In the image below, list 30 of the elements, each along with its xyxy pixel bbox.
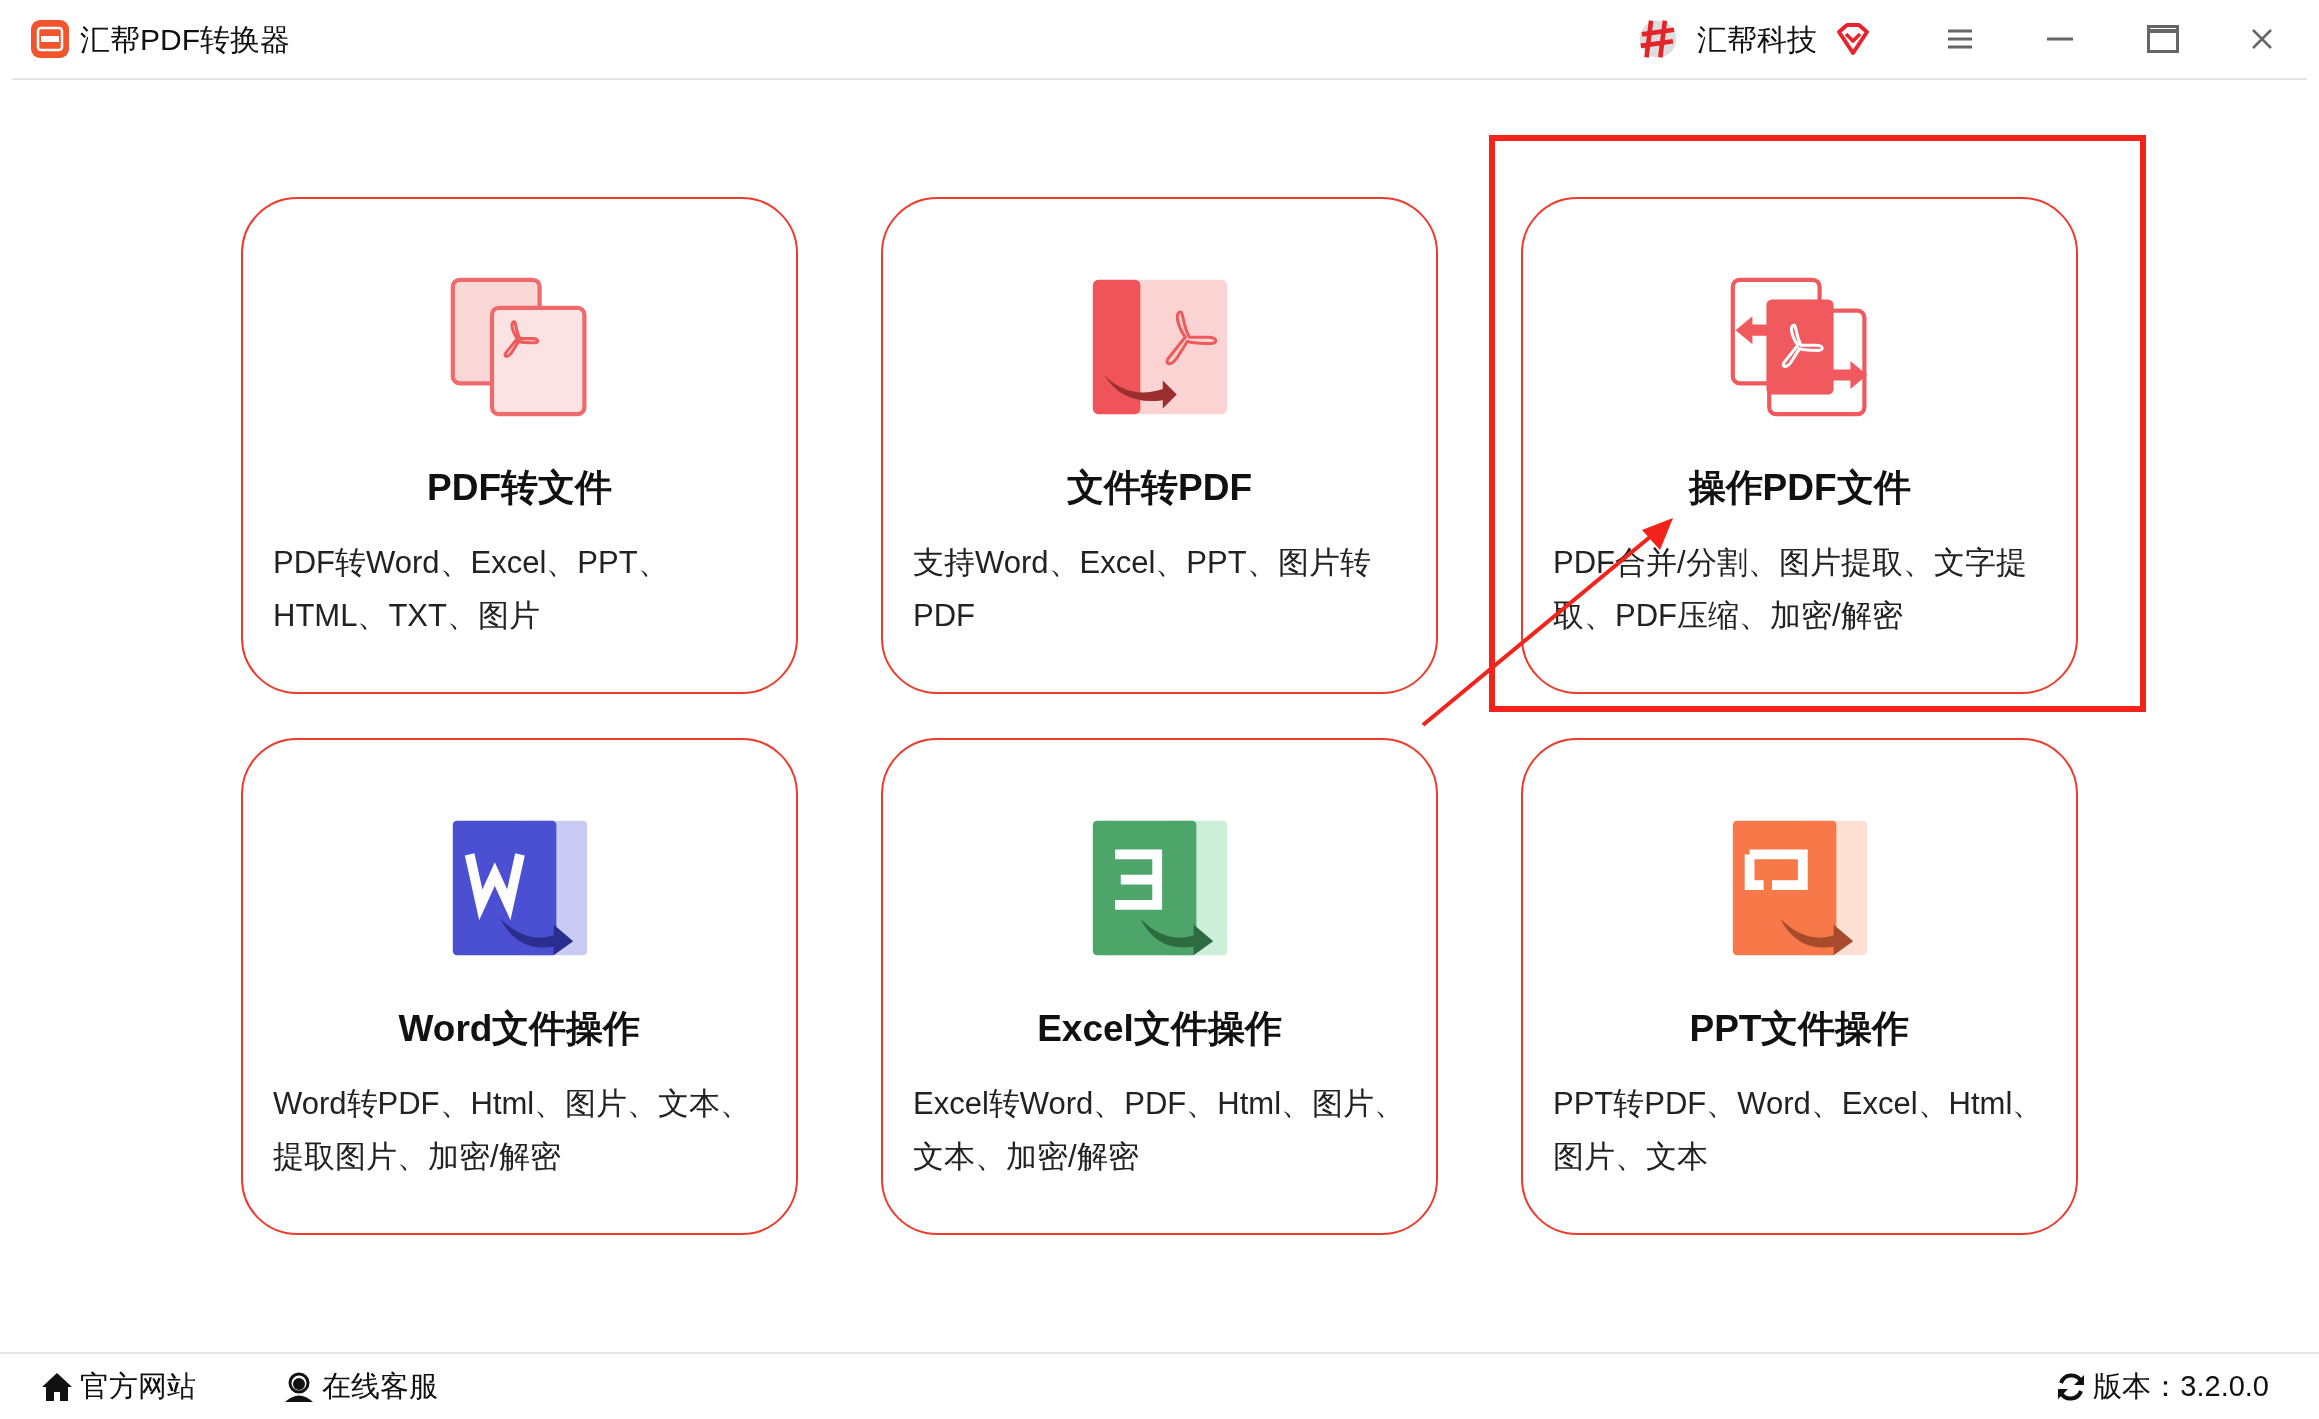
support-link[interactable]: 在线客服 [282,1364,438,1409]
feature-card[interactable]: Excel文件操作 Excel转Word、PDF、Html、图片、文本、加密/解密 [881,738,1438,1235]
menu-icon[interactable] [1947,28,1973,50]
pdf-document-icon [449,277,590,417]
card-title: Word文件操作 [398,1010,641,1047]
feature-card[interactable]: PPT文件操作 PPT转PDF、Word、Excel、Html、图片、文本 [1521,738,2078,1235]
window-title: 汇帮PDF转换器 [80,21,290,58]
maximize-icon[interactable] [2147,25,2179,53]
card-description: Excel转Word、PDF、Html、图片、文本、加密/解密 [913,1085,1406,1176]
feature-card[interactable]: 文件转PDF 支持Word、Excel、PPT、图片转PDF [881,197,1438,694]
home-icon [40,1370,74,1403]
minimize-icon[interactable] [2047,37,2073,41]
card-title: Excel文件操作 [1037,1010,1282,1047]
diamond-icon[interactable] [1835,22,1871,56]
version-label: 版本：3.2.0.0 [2093,1368,2269,1404]
website-link[interactable]: 官方网站 [40,1364,196,1409]
feature-card[interactable]: Word文件操作 Word转PDF、Html、图片、文本、提取图片、加密/解密 [241,738,798,1235]
card-title: PDF转文件 [427,469,612,506]
card-description: PPT转PDF、Word、Excel、Html、图片、文本 [1553,1085,2045,1176]
close-icon[interactable] [2251,28,2273,50]
card-title: PPT文件操作 [1689,1010,1910,1047]
brand-name: 汇帮科技 [1697,21,1817,58]
pdf-documents-icon [1729,277,1870,417]
card-title: 操作PDF文件 [1688,469,1911,506]
feature-card[interactable]: PDF转文件 PDF转Word、Excel、PPT、HTML、TXT、图片 [241,197,798,694]
card-description: Word转PDF、Html、图片、文本、提取图片、加密/解密 [273,1085,753,1176]
card-description: PDF转Word、Excel、PPT、HTML、TXT、图片 [273,544,670,635]
app-logo-icon [30,19,70,59]
card-title: 文件转PDF [1067,469,1252,506]
card-description: 支持Word、Excel、PPT、图片转PDF [913,544,1372,635]
